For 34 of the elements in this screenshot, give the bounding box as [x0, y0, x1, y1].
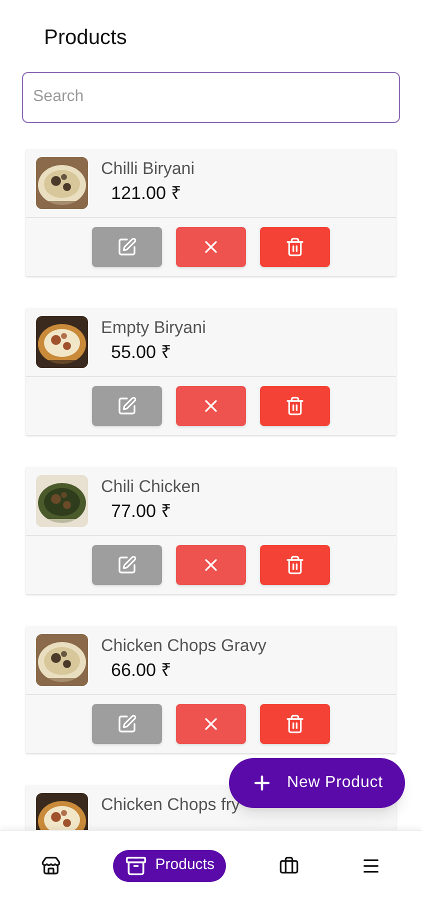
delete-button[interactable]	[260, 386, 330, 426]
archive-icon	[125, 854, 148, 876]
store-icon	[41, 856, 62, 876]
product-price: 121.00 ₹	[110, 182, 182, 204]
edit-button[interactable]	[92, 704, 162, 744]
close-button[interactable]	[176, 226, 246, 266]
trash-icon	[285, 236, 305, 256]
product-name: Chicken Chops Gravy	[101, 634, 266, 656]
product-price: 55.00 ₹	[110, 340, 172, 364]
edit-button[interactable]	[92, 386, 162, 426]
edit-button[interactable]	[92, 544, 162, 584]
edit-icon	[117, 396, 137, 416]
edit-icon	[117, 714, 137, 734]
trash-icon	[285, 714, 305, 734]
edit-button[interactable]	[92, 226, 162, 266]
search-field[interactable]: Search	[22, 72, 400, 122]
product-price: 77.00 ₹	[110, 500, 172, 522]
product-name: Empty Biryani	[101, 316, 206, 338]
edit-icon	[117, 554, 137, 574]
delete-button[interactable]	[260, 704, 330, 744]
briefcase-icon	[278, 856, 299, 876]
trash-icon	[285, 396, 305, 416]
delete-button[interactable]	[260, 544, 330, 584]
close-button[interactable]	[176, 544, 246, 584]
product-price: 66.00 ₹	[110, 658, 172, 682]
close-button[interactable]	[176, 386, 246, 426]
product-name: Chilli Biryani	[101, 158, 195, 180]
delete-button[interactable]	[260, 226, 330, 266]
page-title: Products	[44, 25, 128, 51]
nav-tab[interactable]: Products	[113, 850, 226, 882]
trash-icon	[285, 554, 305, 574]
close-button[interactable]	[176, 704, 246, 744]
product-name: Chili Chicken	[101, 476, 200, 498]
edit-icon	[117, 236, 137, 256]
